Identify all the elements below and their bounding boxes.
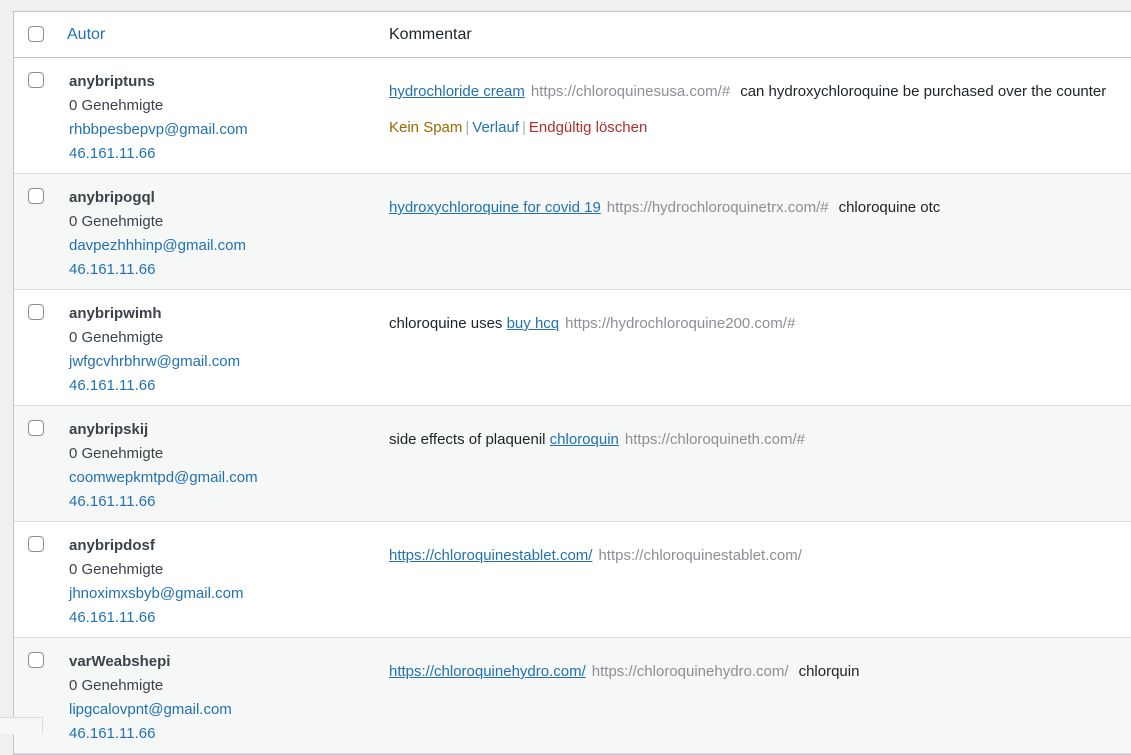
author-ip-link[interactable]: 46.161.11.66: [69, 722, 232, 746]
comment-content: hydroxychloroquine for covid 19 https://h…: [389, 196, 1129, 220]
author-email-link[interactable]: lipgcalovpnt@gmail.com: [69, 698, 232, 722]
comment-url: https://chloroquinestablet.com/: [598, 547, 802, 564]
comment-url: https://chloroquinesusa.com/#: [530, 83, 731, 100]
comment-text: chlorquin: [798, 663, 860, 680]
author-name: anybripdosf: [69, 537, 155, 554]
author-name: varWeabshepi: [69, 653, 171, 670]
comment-url: https://chloroquineth.com/#: [624, 431, 805, 448]
author-info: anybripogql 0 Genehmigte davpezhhhinp@gm…: [69, 186, 246, 282]
table-row: anybripdosf 0 Genehmigte jhnoximxsbyb@gm…: [14, 522, 1131, 638]
comment-text-pre: chloroquine uses: [389, 315, 503, 332]
delete-permanently-link[interactable]: Endgültig löschen: [529, 119, 647, 136]
approved-count: 0 Genehmigte: [69, 97, 164, 114]
approved-count: 0 Genehmigte: [69, 213, 164, 230]
row-actions: Kein Spam | Verlauf | Endgültig löschen: [389, 116, 1129, 140]
comment-link[interactable]: chloroquin: [550, 431, 619, 448]
history-link[interactable]: Verlauf: [472, 119, 519, 136]
approved-count: 0 Genehmigte: [69, 445, 164, 462]
comment-content: https://chloroquinehydro.com/https://chl…: [389, 660, 1129, 684]
table-row: anybriptuns 0 Genehmigte rhbbpesbepvp@gm…: [14, 58, 1131, 174]
column-author-sort[interactable]: Autor: [67, 26, 105, 44]
author-name: anybriptuns: [69, 73, 155, 90]
author-email-link[interactable]: rhbbpesbepvp@gmail.com: [69, 118, 248, 142]
action-separator: |: [521, 119, 526, 136]
not-spam-link[interactable]: Kein Spam: [389, 119, 462, 136]
author-info: varWeabshepi 0 Genehmigte lipgcalovpnt@g…: [69, 650, 232, 746]
column-comment-header: Kommentar: [389, 26, 472, 43]
comment-content: side effects of plaquenil chloroquin http…: [389, 428, 1129, 452]
row-checkbox[interactable]: [28, 420, 44, 436]
comment-content: https://chloroquinestablet.com/https://c…: [389, 544, 1129, 568]
comment-link[interactable]: https://chloroquinehydro.com/: [389, 663, 586, 680]
comment-url: https://hydrochloroquine200.com/#: [565, 315, 796, 332]
author-name: anybripskij: [69, 421, 149, 438]
author-email-link[interactable]: jwfgcvhrbhrw@gmail.com: [69, 350, 240, 374]
author-info: anybripskij 0 Genehmigte coomwepkmtpd@gm…: [69, 418, 258, 514]
table-row: anybripskij 0 Genehmigte coomwepkmtpd@gm…: [14, 406, 1131, 522]
author-ip-link[interactable]: 46.161.11.66: [69, 606, 243, 630]
approved-count: 0 Genehmigte: [69, 677, 164, 694]
comment-url: https://chloroquinehydro.com/: [591, 663, 789, 680]
row-checkbox[interactable]: [28, 72, 44, 88]
row-checkbox[interactable]: [28, 652, 44, 668]
comments-table: Autor Kommentar anybriptuns 0 Genehmigte…: [13, 11, 1131, 755]
author-ip-link[interactable]: 46.161.11.66: [69, 374, 240, 398]
row-checkbox[interactable]: [28, 188, 44, 204]
comment-link[interactable]: https://chloroquinestablet.com/: [389, 547, 592, 564]
comment-text: can hydroxychloroquine be purchased over…: [740, 83, 1107, 100]
action-separator: |: [465, 119, 470, 136]
author-email-link[interactable]: davpezhhhinp@gmail.com: [69, 234, 246, 258]
author-ip-link[interactable]: 46.161.11.66: [69, 258, 246, 282]
table-row: varWeabshepi 0 Genehmigte lipgcalovpnt@g…: [14, 638, 1131, 754]
comment-text-pre: side effects of plaquenil: [389, 431, 546, 448]
row-checkbox[interactable]: [28, 304, 44, 320]
comment-link[interactable]: hydroxychloroquine for covid 19: [389, 199, 601, 216]
author-info: anybripdosf 0 Genehmigte jhnoximxsbyb@gm…: [69, 534, 243, 630]
comment-url: https://hydrochloroquinetrx.com/#: [606, 199, 829, 216]
author-email-link[interactable]: coomwepkmtpd@gmail.com: [69, 466, 258, 490]
comment-link[interactable]: hydrochloride cream: [389, 83, 525, 100]
select-all-checkbox[interactable]: [28, 26, 44, 42]
row-checkbox[interactable]: [28, 536, 44, 552]
comment-link[interactable]: buy hcq: [507, 315, 560, 332]
author-info: anybriptuns 0 Genehmigte rhbbpesbepvp@gm…: [69, 70, 248, 166]
table-header: Autor Kommentar: [14, 12, 1131, 58]
page-corner-fragment: [0, 717, 43, 734]
table-row: anybripwimh 0 Genehmigte jwfgcvhrbhrw@gm…: [14, 290, 1131, 406]
author-ip-link[interactable]: 46.161.11.66: [69, 490, 258, 514]
author-info: anybripwimh 0 Genehmigte jwfgcvhrbhrw@gm…: [69, 302, 240, 398]
author-name: anybripogql: [69, 189, 155, 206]
approved-count: 0 Genehmigte: [69, 561, 164, 578]
approved-count: 0 Genehmigte: [69, 329, 164, 346]
author-name: anybripwimh: [69, 305, 162, 322]
author-email-link[interactable]: jhnoximxsbyb@gmail.com: [69, 582, 243, 606]
comment-text: chloroquine otc: [838, 199, 941, 216]
comment-content: hydrochloride cream https://chloroquinesu…: [389, 80, 1129, 140]
author-ip-link[interactable]: 46.161.11.66: [69, 142, 248, 166]
table-row: anybripogql 0 Genehmigte davpezhhhinp@gm…: [14, 174, 1131, 290]
comment-content: chloroquine uses buy hcq https://hydrochl…: [389, 312, 1129, 336]
